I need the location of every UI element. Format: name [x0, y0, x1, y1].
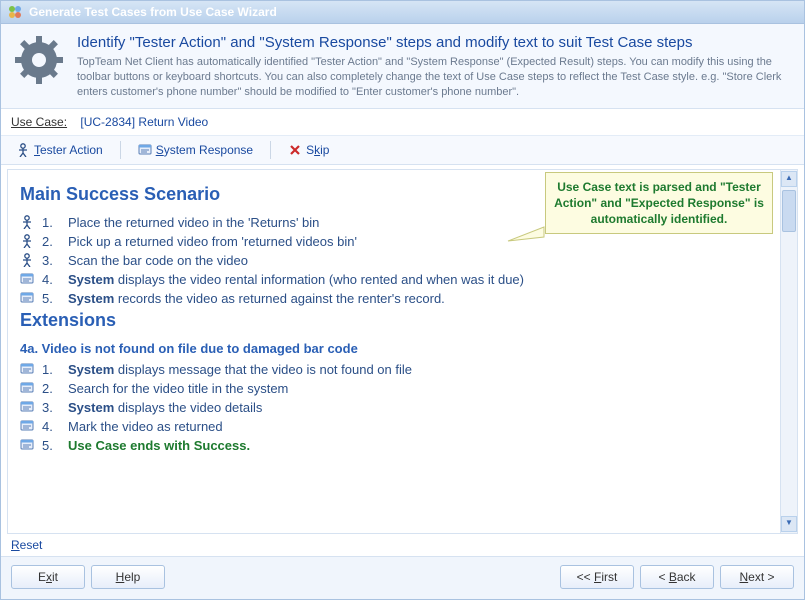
step-number: 2.	[42, 381, 60, 396]
system-icon	[20, 362, 34, 376]
step-row[interactable]: 4. System displays the video rental infor…	[20, 272, 771, 287]
callout-tooltip: Use Case text is parsed and "Tester Acti…	[545, 172, 773, 235]
first-button[interactable]: << First	[560, 565, 634, 589]
step-row[interactable]: 2. Pick up a returned video from 'returne…	[20, 234, 771, 249]
step-text: System records the video as returned aga…	[68, 291, 445, 306]
step-text: Use Case ends with Success.	[68, 438, 250, 453]
banner-heading: Identify "Tester Action" and "System Res…	[77, 34, 792, 51]
step-number: 5.	[42, 438, 60, 453]
footer: Exit Help << First < Back Next >	[1, 556, 804, 599]
tester-action-button[interactable]: Tester Action	[9, 140, 110, 160]
step-row[interactable]: 1. System displays message that the video…	[20, 362, 771, 377]
banner-text: Identify "Tester Action" and "System Res…	[77, 34, 792, 100]
usecase-value: [UC-2834] Return Video	[80, 115, 208, 129]
step-text: Mark the video as returned	[68, 419, 223, 434]
extensions-heading: Extensions	[20, 310, 771, 331]
next-button[interactable]: Next >	[720, 565, 794, 589]
step-text: Scan the bar code on the video	[68, 253, 248, 268]
step-text: Pick up a returned video from 'returned …	[68, 234, 357, 249]
step-number: 2.	[42, 234, 60, 249]
skip-icon	[288, 143, 302, 157]
usecase-label: Use Case:	[11, 115, 67, 129]
step-row[interactable]: 2. Search for the video title in the syst…	[20, 381, 771, 396]
actor-icon	[20, 215, 34, 229]
step-text: Search for the video title in the system	[68, 381, 288, 396]
toolbar-separator	[120, 141, 121, 159]
back-button[interactable]: < Back	[640, 565, 714, 589]
content-area: Use Case text is parsed and "Tester Acti…	[7, 169, 798, 534]
step-row[interactable]: 4. Mark the video as returned	[20, 419, 771, 434]
system-icon	[138, 143, 152, 157]
step-text: System displays message that the video i…	[68, 362, 412, 377]
system-icon	[20, 419, 34, 433]
usecase-row: Use Case: [UC-2834] Return Video	[1, 109, 804, 136]
reset-link[interactable]: Reset	[11, 538, 42, 552]
step-text: Place the returned video in the 'Returns…	[68, 215, 319, 230]
step-text: System displays the video details	[68, 400, 262, 415]
reset-row: Reset	[1, 536, 804, 556]
extension-group-title: 4a. Video is not found on file due to da…	[20, 341, 771, 356]
actor-icon	[20, 234, 34, 248]
step-text: System displays the video rental informa…	[68, 272, 524, 287]
exit-button[interactable]: Exit	[11, 565, 85, 589]
step-number: 5.	[42, 291, 60, 306]
step-number: 1.	[42, 362, 60, 377]
system-response-button[interactable]: System Response	[131, 140, 260, 160]
skip-button[interactable]: Skip	[281, 140, 336, 160]
scroll-up-arrow[interactable]: ▲	[781, 171, 797, 187]
system-icon	[20, 381, 34, 395]
step-row[interactable]: 3. System displays the video details	[20, 400, 771, 415]
system-icon	[20, 272, 34, 286]
step-number: 1.	[42, 215, 60, 230]
gear-icon	[13, 34, 65, 86]
step-number: 4.	[42, 272, 60, 287]
actor-icon	[16, 143, 30, 157]
toolbar-separator	[270, 141, 271, 159]
scroll-thumb[interactable]	[782, 190, 796, 232]
actor-icon	[20, 253, 34, 267]
window-title: Generate Test Cases from Use Case Wizard	[29, 5, 277, 19]
system-icon	[20, 291, 34, 305]
wizard-window: { "window": { "title": "Generate Test Ca…	[0, 0, 805, 600]
help-button[interactable]: Help	[91, 565, 165, 589]
vertical-scrollbar[interactable]: ▲ ▼	[780, 170, 797, 533]
app-icon	[7, 4, 23, 20]
banner-desc: TopTeam Net Client has automatically ide…	[77, 55, 792, 100]
step-row[interactable]: 5. Use Case ends with Success.	[20, 438, 771, 453]
system-icon	[20, 400, 34, 414]
step-number: 3.	[42, 400, 60, 415]
scroll-down-arrow[interactable]: ▼	[781, 516, 797, 532]
title-bar: Generate Test Cases from Use Case Wizard	[1, 1, 804, 24]
step-number: 4.	[42, 419, 60, 434]
banner: Identify "Tester Action" and "System Res…	[1, 24, 804, 109]
step-number: 3.	[42, 253, 60, 268]
step-row[interactable]: 5. System records the video as returned a…	[20, 291, 771, 306]
toolbar: Tester Action System Response Skip	[1, 136, 804, 165]
step-row[interactable]: 3. Scan the bar code on the video	[20, 253, 771, 268]
system-icon	[20, 438, 34, 452]
